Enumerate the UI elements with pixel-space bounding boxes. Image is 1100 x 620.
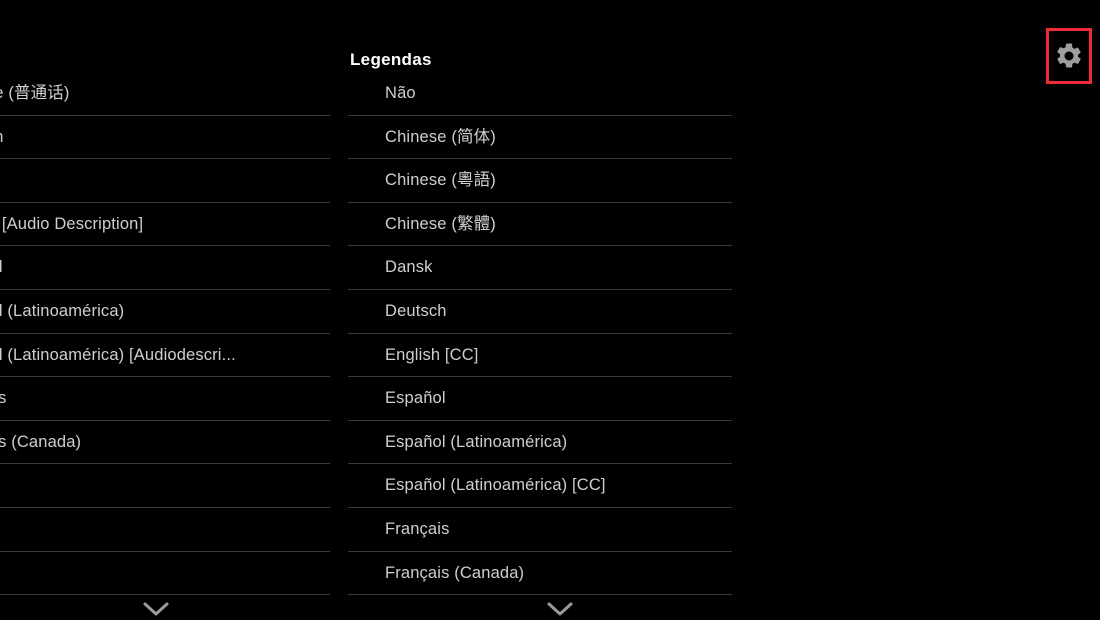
audio-option-label: Español (Latinoamérica) xyxy=(0,302,125,321)
audio-option-label: Français (Canada) xyxy=(0,432,82,451)
subtitles-option-list: Não Chinese (简体) Chinese (粵語) Chinese (繁… xyxy=(348,72,732,596)
list-item[interactable]: Español (Latinoamérica) [CC] xyxy=(348,464,732,508)
audio-option-label: Français xyxy=(0,390,6,407)
list-item[interactable]: English xyxy=(0,159,330,203)
subtitle-option-label: Dansk xyxy=(385,258,433,277)
list-item[interactable]: Chinese (普通话) xyxy=(0,72,330,116)
list-item[interactable]: Dansk xyxy=(348,246,732,290)
list-item[interactable]: English [Audio Description] xyxy=(0,203,330,247)
audio-language-menu: Chinese (普通话) Deutsch English English [A… xyxy=(0,0,330,620)
list-item[interactable]: Español xyxy=(348,377,732,421)
list-item[interactable]: Magyar xyxy=(0,508,330,552)
audio-option-label: English [Audio Description] xyxy=(0,214,144,233)
list-item[interactable]: Deutsch xyxy=(348,290,732,334)
list-item[interactable]: Español (Latinoamérica) xyxy=(348,421,732,465)
list-item[interactable]: Español (Latinoamérica) xyxy=(0,290,330,334)
chevron-down-icon[interactable] xyxy=(134,596,178,620)
subtitle-option-label: Deutsch xyxy=(385,302,447,321)
list-item[interactable]: Español (Latinoamérica) [Audiodescri... xyxy=(0,334,330,378)
subtitle-option-label: Français (Canada) xyxy=(385,563,525,582)
gear-icon[interactable] xyxy=(1053,40,1085,72)
subtitles-menu: Legendas Não Chinese (简体) Chinese (粵語) C… xyxy=(348,0,732,620)
subtitle-option-label: Español xyxy=(385,389,446,408)
audio-option-list: Chinese (普通话) Deutsch English English [A… xyxy=(0,72,330,596)
video-player-screen: 10 10 xyxy=(0,0,1100,620)
audio-option-label: Español xyxy=(0,259,3,276)
subtitle-option-label: Français xyxy=(385,519,450,538)
subtitle-option-label: Chinese (简体) xyxy=(385,127,496,146)
chevron-down-icon[interactable] xyxy=(538,596,582,620)
list-item[interactable]: Não xyxy=(348,72,732,116)
subtitle-option-label: Español (Latinoamérica) xyxy=(385,432,568,451)
audio-option-label: Chinese (普通话) xyxy=(0,84,70,103)
list-item[interactable]: Français (Canada) xyxy=(348,552,732,596)
list-item[interactable]: Chinese (简体) xyxy=(348,116,732,160)
list-item[interactable]: Français xyxy=(0,377,330,421)
subtitles-menu-title: Legendas xyxy=(350,50,432,69)
list-item[interactable]: Español xyxy=(0,246,330,290)
list-item[interactable]: English [CC] xyxy=(348,334,732,378)
list-item[interactable]: Chinese (粵語) xyxy=(348,159,732,203)
list-item[interactable]: Chinese (繁體) xyxy=(348,203,732,247)
list-item[interactable]: Deutsch xyxy=(0,116,330,160)
list-item[interactable]: Polski xyxy=(0,552,330,596)
audio-option-label: Deutsch xyxy=(0,129,4,146)
subtitle-option-label: Chinese (繁體) xyxy=(385,214,496,233)
audio-option-label: Español (Latinoamérica) [Audiodescri... xyxy=(0,345,236,364)
subtitle-option-label: Chinese (粵語) xyxy=(385,171,496,190)
subtitle-option-label: Não xyxy=(385,84,416,103)
list-item[interactable]: Italiano xyxy=(0,464,330,508)
list-item[interactable]: Français xyxy=(348,508,732,552)
subtitle-option-label: Español (Latinoamérica) [CC] xyxy=(385,476,606,495)
subtitle-option-label: English [CC] xyxy=(385,345,479,364)
list-item[interactable]: Français (Canada) xyxy=(0,421,330,465)
